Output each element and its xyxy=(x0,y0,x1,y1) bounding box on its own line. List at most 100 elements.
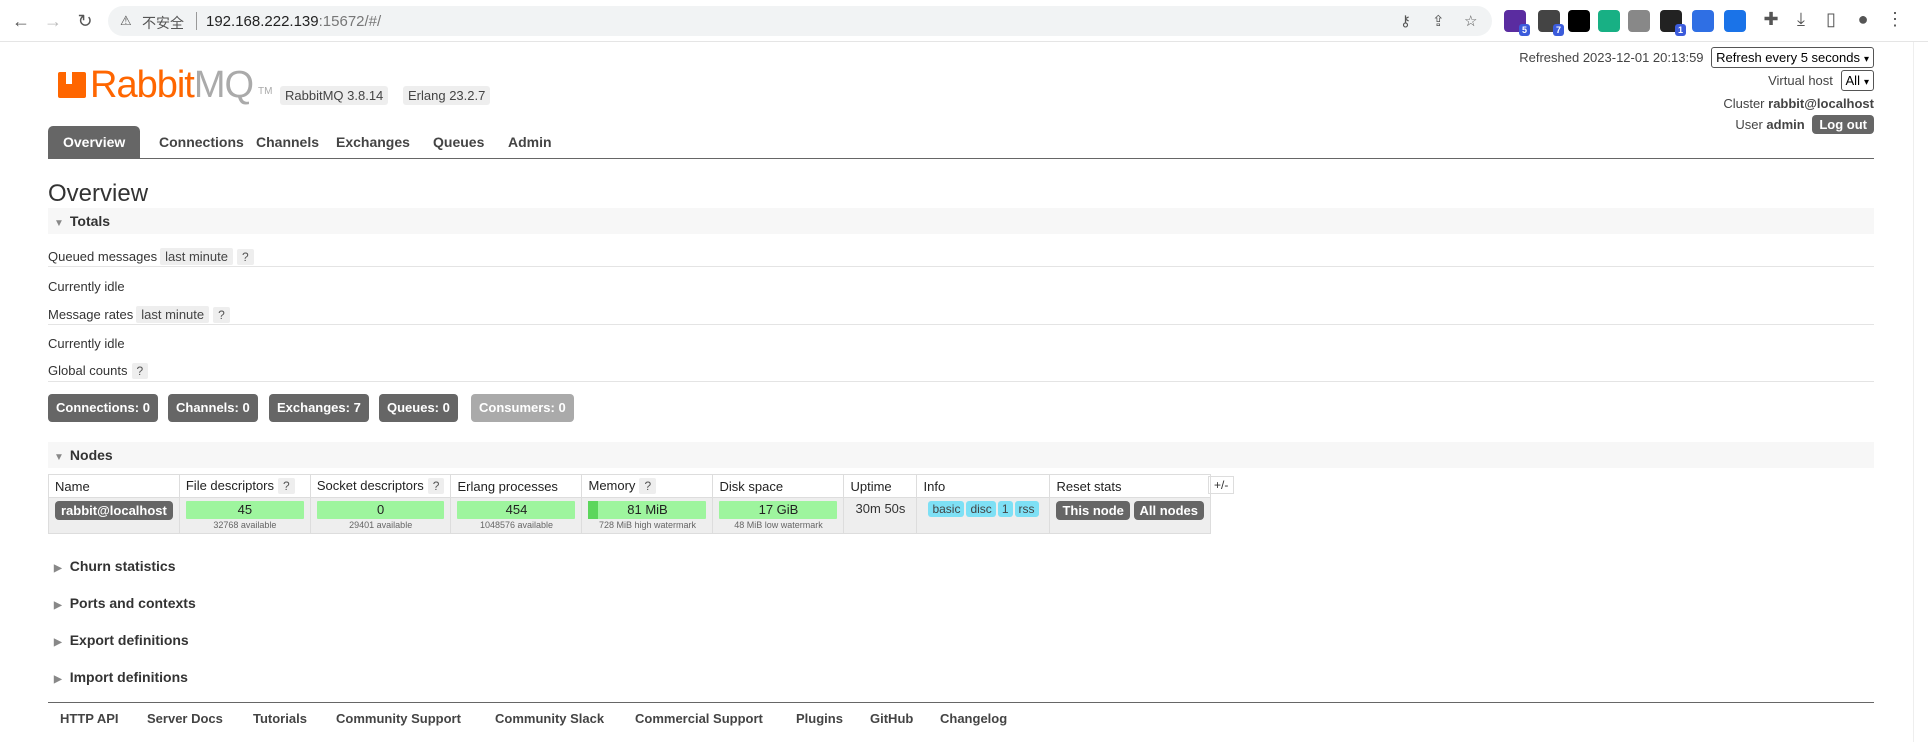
churn-statistics-section[interactable]: ▶ Churn statistics xyxy=(48,558,176,574)
footer-link-tutorials[interactable]: Tutorials xyxy=(253,711,307,726)
exchanges-count-button[interactable]: Exchanges: 7 xyxy=(269,394,369,422)
node-name-link[interactable]: rabbit@localhost xyxy=(55,501,173,520)
refreshed-label: Refreshed 2023-12-01 20:13:59 xyxy=(1519,50,1704,65)
scrollbar[interactable] xyxy=(1913,42,1928,742)
url-host: 192.168.222.139 xyxy=(206,13,319,30)
footer-link-server-docs[interactable]: Server Docs xyxy=(147,711,223,726)
nodes-section-header[interactable]: ▼ Nodes xyxy=(48,442,1874,468)
count-value: 0 xyxy=(142,400,150,415)
ext-5-icon[interactable] xyxy=(1628,10,1650,32)
uptime-value: 30m 50s xyxy=(855,501,906,516)
queued-messages-label: Queued messages xyxy=(48,249,158,264)
rates-range-selector[interactable]: last minute xyxy=(136,306,210,323)
disk-watermark: 48 MiB low watermark xyxy=(734,520,823,530)
extensions-puzzle-icon[interactable]: ✚ xyxy=(1758,6,1784,32)
main-tabs: Overview Connections Channels Exchanges … xyxy=(48,126,1874,159)
ext-6-icon[interactable]: 1 xyxy=(1660,10,1686,36)
tab-admin[interactable]: Admin xyxy=(493,126,567,158)
key-icon[interactable]: ⚷ xyxy=(1400,12,1411,30)
side-panel-icon[interactable]: ▯ xyxy=(1818,6,1844,32)
refresh-select[interactable]: Refresh every 5 seconds ▾ xyxy=(1711,47,1874,68)
queued-messages-row: Queued messages last minute? xyxy=(48,248,254,265)
ext-4-icon[interactable] xyxy=(1598,10,1620,32)
tab-overview[interactable]: Overview xyxy=(48,126,141,158)
ext-8-icon[interactable] xyxy=(1724,10,1746,32)
bookmark-star-icon[interactable]: ☆ xyxy=(1464,12,1477,30)
info-pill-basic[interactable]: basic xyxy=(928,501,965,517)
queues-count-button[interactable]: Queues: 0 xyxy=(379,394,458,422)
node-name-cell: rabbit@localhost xyxy=(48,497,180,534)
footer-link-community-slack[interactable]: Community Slack xyxy=(495,711,604,726)
churn-statistics-heading: Churn statistics xyxy=(69,558,176,574)
footer-link-http-api[interactable]: HTTP API xyxy=(60,711,119,726)
table-row: rabbit@localhost 45 32768 available 0 2940… xyxy=(48,497,1212,534)
tab-exchanges[interactable]: Exchanges xyxy=(321,126,425,158)
address-bar[interactable]: ⚠ 不安全 192.168.222.139:15672/#/ ⚷ ⇪ ☆ xyxy=(108,6,1492,36)
footer-link-github[interactable]: GitHub xyxy=(870,711,913,726)
help-button[interactable]: ? xyxy=(213,307,230,323)
help-button[interactable]: ? xyxy=(278,478,295,494)
ext-1-icon[interactable]: 5 xyxy=(1504,10,1530,36)
back-icon[interactable]: ← xyxy=(8,8,34,34)
consumers-count-button[interactable]: Consumers: 0 xyxy=(471,394,574,422)
reset-stats-cell: This node All nodes xyxy=(1049,497,1212,534)
reload-icon[interactable]: ↻ xyxy=(72,8,98,34)
share-icon[interactable]: ⇪ xyxy=(1432,12,1445,30)
info-pill-rss[interactable]: rss xyxy=(1014,501,1039,517)
column-header: Name xyxy=(48,474,180,498)
currently-idle-text: Currently idle xyxy=(48,336,125,351)
reset-this-node-button[interactable]: This node xyxy=(1056,501,1130,520)
disk-space-cell: 17 GiB 48 MiB low watermark xyxy=(712,497,845,534)
sd-bar: 0 xyxy=(316,501,445,519)
profile-avatar-icon[interactable]: ● xyxy=(1850,6,1876,32)
chevron-down-icon: ▾ xyxy=(1863,77,1869,88)
count-value: 0 xyxy=(242,400,250,415)
help-button[interactable]: ? xyxy=(427,478,445,494)
footer-link-plugins[interactable]: Plugins xyxy=(796,711,843,726)
ext-3-icon[interactable] xyxy=(1568,10,1590,32)
logo-text-mq: MQ xyxy=(193,64,254,106)
column-header: Info xyxy=(916,474,1051,498)
info-pill-disc[interactable]: disc xyxy=(966,501,996,517)
footer-link-community-support[interactable]: Community Support xyxy=(336,711,461,726)
export-definitions-section[interactable]: ▶ Export definitions xyxy=(48,632,189,648)
cluster-label: Cluster xyxy=(1723,96,1765,111)
rabbit-logo-icon xyxy=(58,72,86,98)
queued-range-selector[interactable]: last minute xyxy=(160,248,233,265)
channels-count-button[interactable]: Channels: 0 xyxy=(168,394,258,422)
chevron-down-icon: ▾ xyxy=(1863,54,1869,65)
currently-idle-text: Currently idle xyxy=(48,279,125,294)
tab-queues[interactable]: Queues xyxy=(418,126,499,158)
footer-link-changelog[interactable]: Changelog xyxy=(940,711,1007,726)
count-label: Exchanges: xyxy=(277,400,350,415)
footer-link-commercial-support[interactable]: Commercial Support xyxy=(635,711,763,726)
help-button[interactable]: ? xyxy=(131,363,149,379)
count-value: 0 xyxy=(558,400,566,415)
column-name: Erlang processes xyxy=(457,478,558,494)
insecure-label: 不安全 xyxy=(142,15,184,31)
help-button[interactable]: ? xyxy=(237,249,254,265)
totals-section-header[interactable]: ▼ Totals xyxy=(48,208,1874,234)
url-text[interactable]: 192.168.222.139:15672/#/ xyxy=(206,13,381,30)
nodes-table: Name File descriptors? Socket descriptor… xyxy=(48,474,1212,534)
virtual-host-select[interactable]: All ▾ xyxy=(1840,70,1874,91)
extension-badge: 5 xyxy=(1518,24,1530,36)
info-pill-count[interactable]: 1 xyxy=(997,501,1013,517)
ext-7-icon[interactable] xyxy=(1692,10,1714,32)
forward-icon[interactable]: → xyxy=(40,8,66,34)
omnibox-divider xyxy=(196,12,197,30)
column-toggle-button[interactable]: +/- xyxy=(1208,476,1235,494)
column-header: Disk space xyxy=(712,474,845,498)
reset-all-nodes-button[interactable]: All nodes xyxy=(1133,501,1205,520)
download-icon[interactable]: ⤓ xyxy=(1788,6,1814,32)
memory-cell: 81 MiB 728 MiB high watermark xyxy=(581,497,714,534)
ports-contexts-section[interactable]: ▶ Ports and contexts xyxy=(48,595,196,611)
import-definitions-section[interactable]: ▶ Import definitions xyxy=(48,669,188,685)
connections-count-button[interactable]: Connections: 0 xyxy=(48,394,158,422)
export-definitions-heading: Export definitions xyxy=(69,632,189,648)
table-header-row: Name File descriptors? Socket descriptor… xyxy=(48,474,1212,498)
help-button[interactable]: ? xyxy=(639,478,657,494)
menu-kebab-icon[interactable]: ⋮ xyxy=(1882,6,1908,32)
ep-bar: 454 xyxy=(457,501,576,519)
ext-2-icon[interactable]: 7 xyxy=(1538,10,1564,36)
